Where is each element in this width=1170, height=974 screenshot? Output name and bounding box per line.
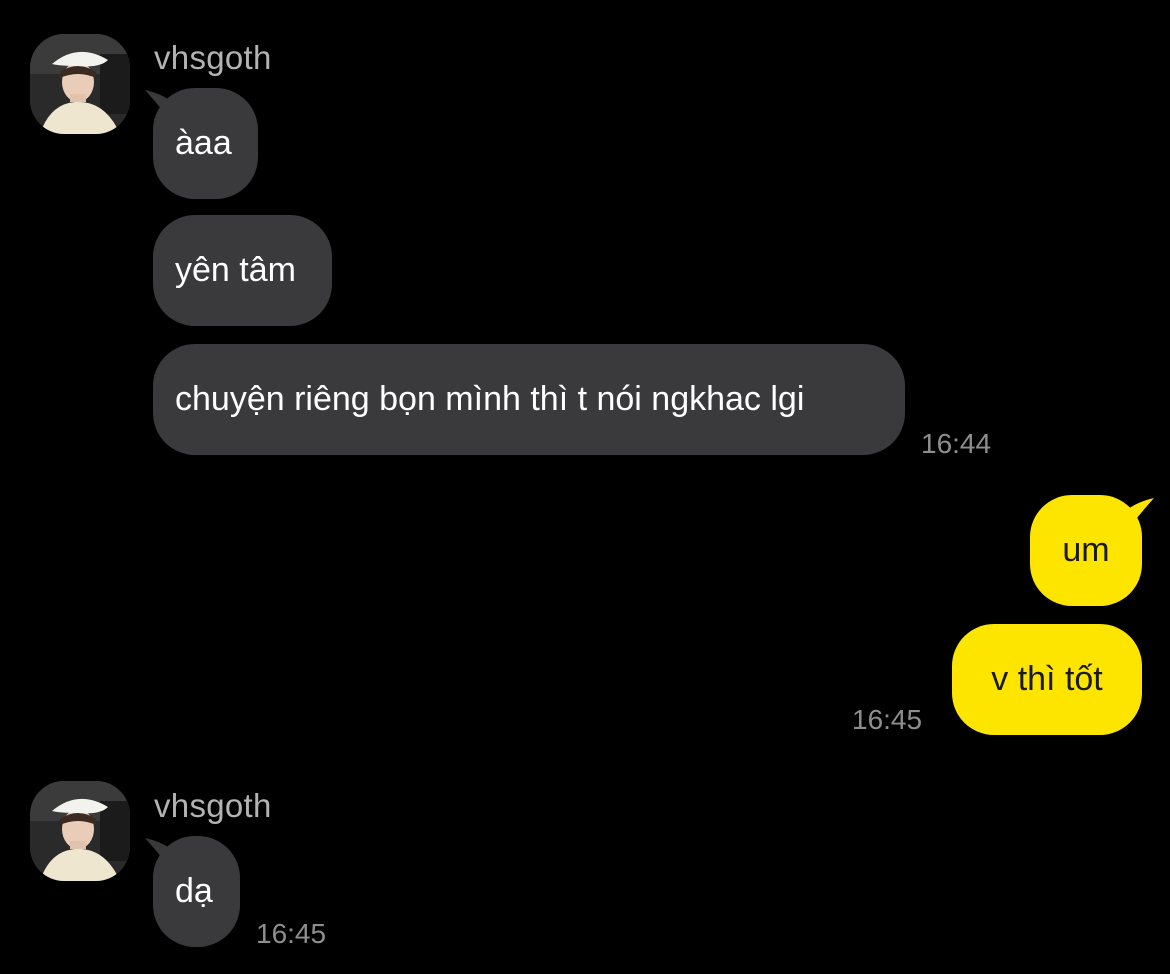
message-text: v thì tốt	[991, 660, 1103, 698]
message-bubble[interactable]: chuyện riêng bọn mình thì t nói ngkhac l…	[153, 344, 905, 455]
message-timestamp: 16:44	[921, 428, 992, 459]
message-bubble[interactable]: àaa	[153, 88, 258, 199]
profile-photo-icon	[30, 781, 130, 881]
message-timestamp: 16:45	[852, 704, 923, 735]
avatar[interactable]	[30, 34, 130, 134]
message-bubble[interactable]: um	[1030, 495, 1142, 606]
sender-name: vhsgoth	[154, 39, 272, 76]
avatar[interactable]	[30, 781, 130, 881]
message-text: àaa	[175, 124, 232, 162]
sender-name: vhsgoth	[154, 787, 272, 824]
message-text: yên tâm	[175, 251, 296, 289]
message-bubble[interactable]: v thì tốt	[952, 624, 1142, 735]
message-text: dạ	[175, 872, 213, 910]
message-bubble[interactable]: dạ	[153, 836, 240, 947]
message-timestamp: 16:45	[256, 918, 327, 949]
profile-photo-icon	[30, 34, 130, 134]
message-text: chuyện riêng bọn mình thì t nói ngkhac l…	[175, 380, 805, 418]
message-bubble[interactable]: yên tâm	[153, 215, 332, 326]
message-text: um	[1062, 531, 1110, 569]
